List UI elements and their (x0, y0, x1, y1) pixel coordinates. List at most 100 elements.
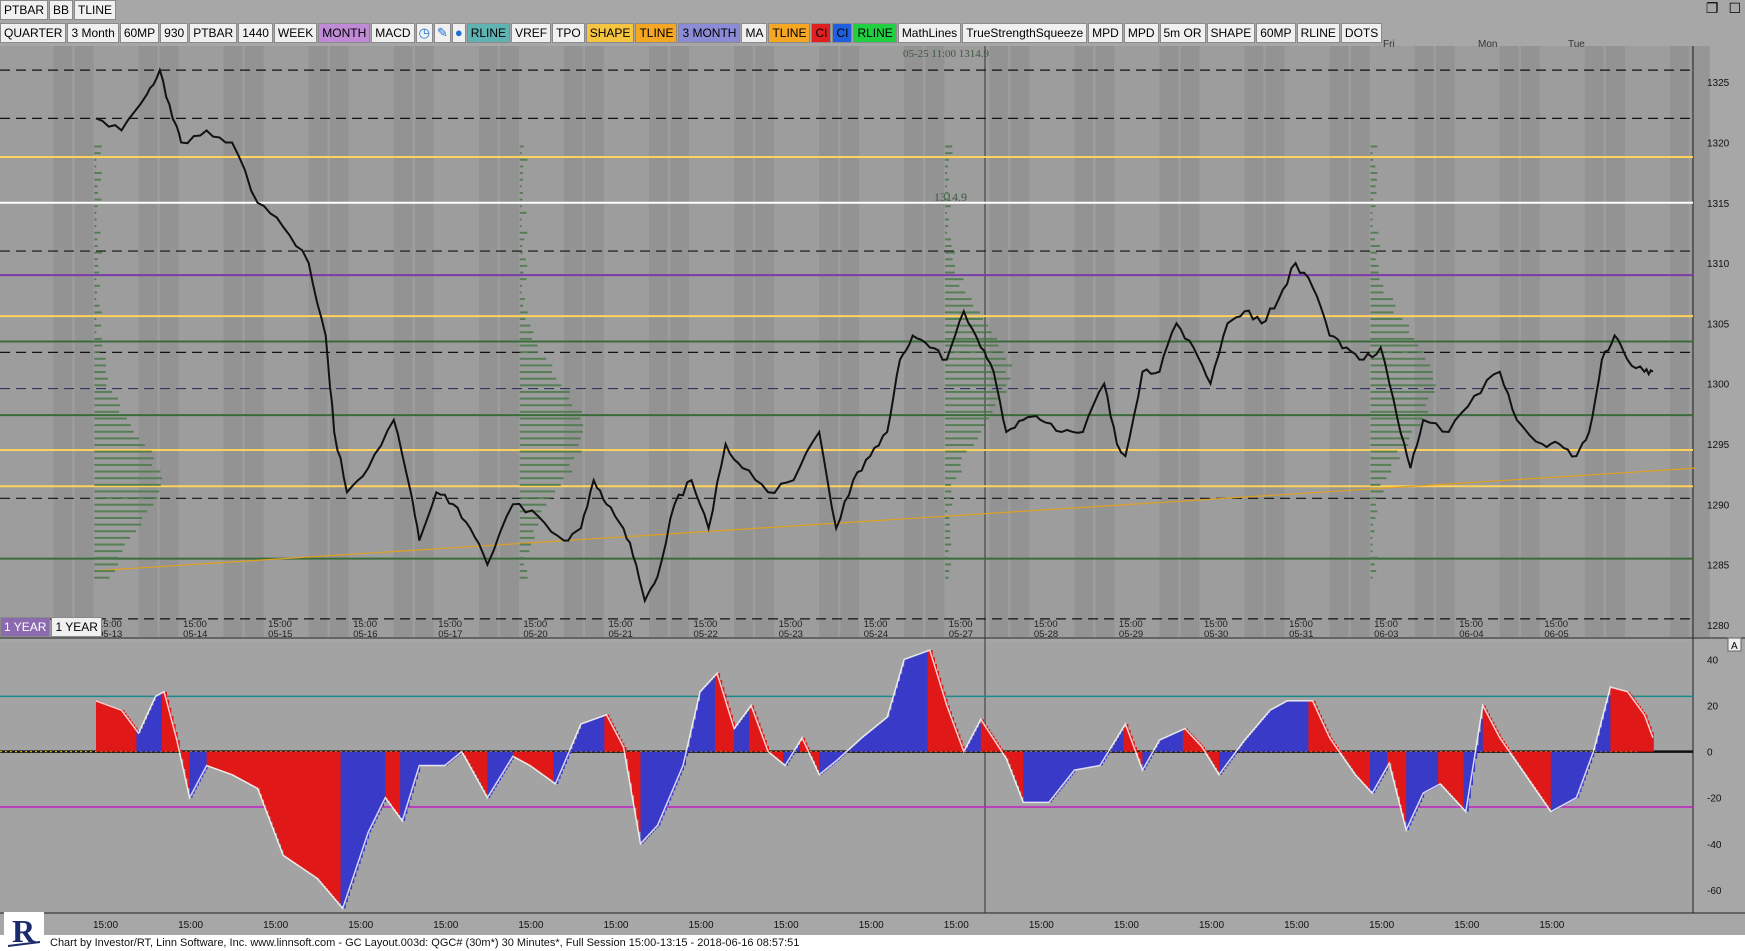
toolbar-button-5[interactable]: 1440 (238, 23, 273, 43)
toolbar-secondary: PTBAR BB TLINE (0, 0, 117, 20)
profile-bar (1370, 391, 1434, 393)
profile-bar (94, 331, 96, 333)
profile-bar (1370, 524, 1373, 526)
pencil-icon[interactable]: ✎ (434, 23, 451, 43)
toolbar-button-2[interactable]: 60MP (120, 23, 159, 43)
profile-bar (94, 424, 131, 426)
profile-bar (94, 490, 159, 492)
toolbar-button-4[interactable]: PTBAR (189, 23, 237, 43)
profile-bar (520, 384, 562, 386)
profile-bar (520, 172, 523, 174)
date-axis-label: 05-29 (1119, 629, 1143, 640)
toolbar-row1-button-1[interactable]: BB (49, 0, 73, 20)
profile-bar (520, 537, 535, 539)
price-axis-tick: 1310 (1707, 259, 1730, 270)
profile-bar (94, 364, 106, 366)
drop-icon[interactable]: ● (452, 23, 466, 43)
macd-time-label: 15:00 (1454, 920, 1479, 931)
clock-icon[interactable]: ◷ (416, 23, 433, 43)
profile-bar (520, 424, 583, 426)
profile-bar (94, 497, 157, 499)
toolbar-button-24[interactable]: TrueStrengthSqueeze (962, 23, 1087, 43)
profile-bar (94, 252, 102, 254)
profile-bar (1370, 232, 1378, 234)
profile-bar (520, 238, 525, 240)
profile-bar (520, 252, 523, 254)
toolbar-button-25[interactable]: MPD (1088, 23, 1123, 43)
toolbar-button-20[interactable]: CI (811, 23, 831, 43)
toolbar-row1-button-0[interactable]: PTBAR (0, 0, 48, 20)
profile-bar (1370, 345, 1418, 347)
profile-bar (94, 199, 101, 201)
profile-bar (520, 451, 582, 453)
toolbar-button-18[interactable]: MA (741, 23, 767, 43)
toolbar-button-15[interactable]: SHAPE (586, 23, 635, 43)
toolbar-button-29[interactable]: 60MP (1256, 23, 1295, 43)
toolbar-button-13[interactable]: VREF (511, 23, 551, 43)
profile-bar (520, 245, 523, 247)
profile-bar (520, 159, 528, 161)
macd-axis-tick: -60 (1707, 886, 1722, 897)
macd-axis-tick: 20 (1707, 702, 1719, 713)
toolbar-button-12[interactable]: RLINE (467, 23, 510, 43)
profile-bar (945, 331, 992, 333)
profile-bar (1370, 291, 1383, 293)
toolbar-button-8[interactable]: MACD (371, 23, 414, 43)
toolbar-button-3[interactable]: 930 (160, 23, 188, 43)
profile-bar (94, 285, 100, 287)
date-axis-label: 05-31 (1289, 629, 1313, 640)
toolbar-button-17[interactable]: 3 MONTH (678, 23, 740, 43)
price-axis-tick: 1300 (1707, 380, 1730, 391)
toolbar-button-1[interactable]: 3 Month (67, 23, 118, 43)
profile-bar (945, 437, 978, 439)
profile-bar (945, 165, 948, 167)
profile-bar (520, 185, 522, 187)
profile-bar (945, 504, 952, 506)
profile-bar (1370, 305, 1395, 307)
profile-bar (1370, 451, 1397, 453)
restore-icon[interactable]: ❐ (1706, 0, 1719, 17)
profile-bar (520, 477, 564, 479)
profile-bar (520, 291, 522, 293)
macd-time-label: 15:00 (1284, 920, 1309, 931)
profile-bar (945, 517, 949, 519)
toolbar-button-16[interactable]: TLINE (635, 23, 677, 43)
profile-bar (945, 212, 947, 214)
profile-bar (945, 218, 949, 220)
toolbar-button-26[interactable]: MPD (1124, 23, 1159, 43)
profile-bar (945, 424, 985, 426)
toolbar-button-27[interactable]: 5m OR (1160, 23, 1206, 43)
year-button-2[interactable]: 1 YEAR (51, 617, 101, 637)
year-button-1[interactable]: 1 YEAR (0, 617, 50, 637)
profile-bar (1370, 172, 1377, 174)
profile-bar (94, 278, 96, 280)
toolbar-button-7[interactable]: MONTH (318, 23, 370, 43)
profile-bar (1370, 199, 1373, 201)
profile-bar (1370, 185, 1375, 187)
chart-canvas[interactable]: 1280 1285 1290 1295 1300 1305 1310 1315 1320 1325… (0, 0, 1745, 951)
toolbar-button-23[interactable]: MathLines (898, 23, 961, 43)
toolbar-button-30[interactable]: RLINE (1297, 23, 1340, 43)
toolbar-button-6[interactable]: WEEK (274, 23, 317, 43)
toolbar-button-19[interactable]: TLINE (768, 23, 810, 43)
toolbar-button-31[interactable]: DOTS (1341, 23, 1382, 43)
profile-bar (1370, 159, 1373, 161)
price-axis-tick: 1325 (1707, 78, 1730, 89)
profile-bar (520, 464, 570, 466)
day-name-label: Tue (1568, 39, 1585, 50)
maximize-icon[interactable]: ☐ (1728, 0, 1741, 17)
date-axis-label: 05-16 (353, 629, 377, 640)
price-axis-tick: 1295 (1707, 440, 1730, 451)
profile-bar (520, 232, 528, 234)
profile-bar (1370, 179, 1377, 181)
profile-bar (945, 563, 951, 565)
macd-time-label: 15:00 (603, 920, 628, 931)
toolbar-button-28[interactable]: SHAPE (1207, 23, 1256, 43)
toolbar-button-22[interactable]: RLINE (853, 23, 896, 43)
profile-bar (94, 212, 96, 214)
toolbar-row1-button-2[interactable]: TLINE (74, 0, 116, 20)
profile-bar (94, 351, 100, 353)
toolbar-button-0[interactable]: QUARTER (0, 23, 66, 43)
toolbar-button-21[interactable]: CI (832, 23, 852, 43)
toolbar-button-14[interactable]: TPO (552, 23, 585, 43)
